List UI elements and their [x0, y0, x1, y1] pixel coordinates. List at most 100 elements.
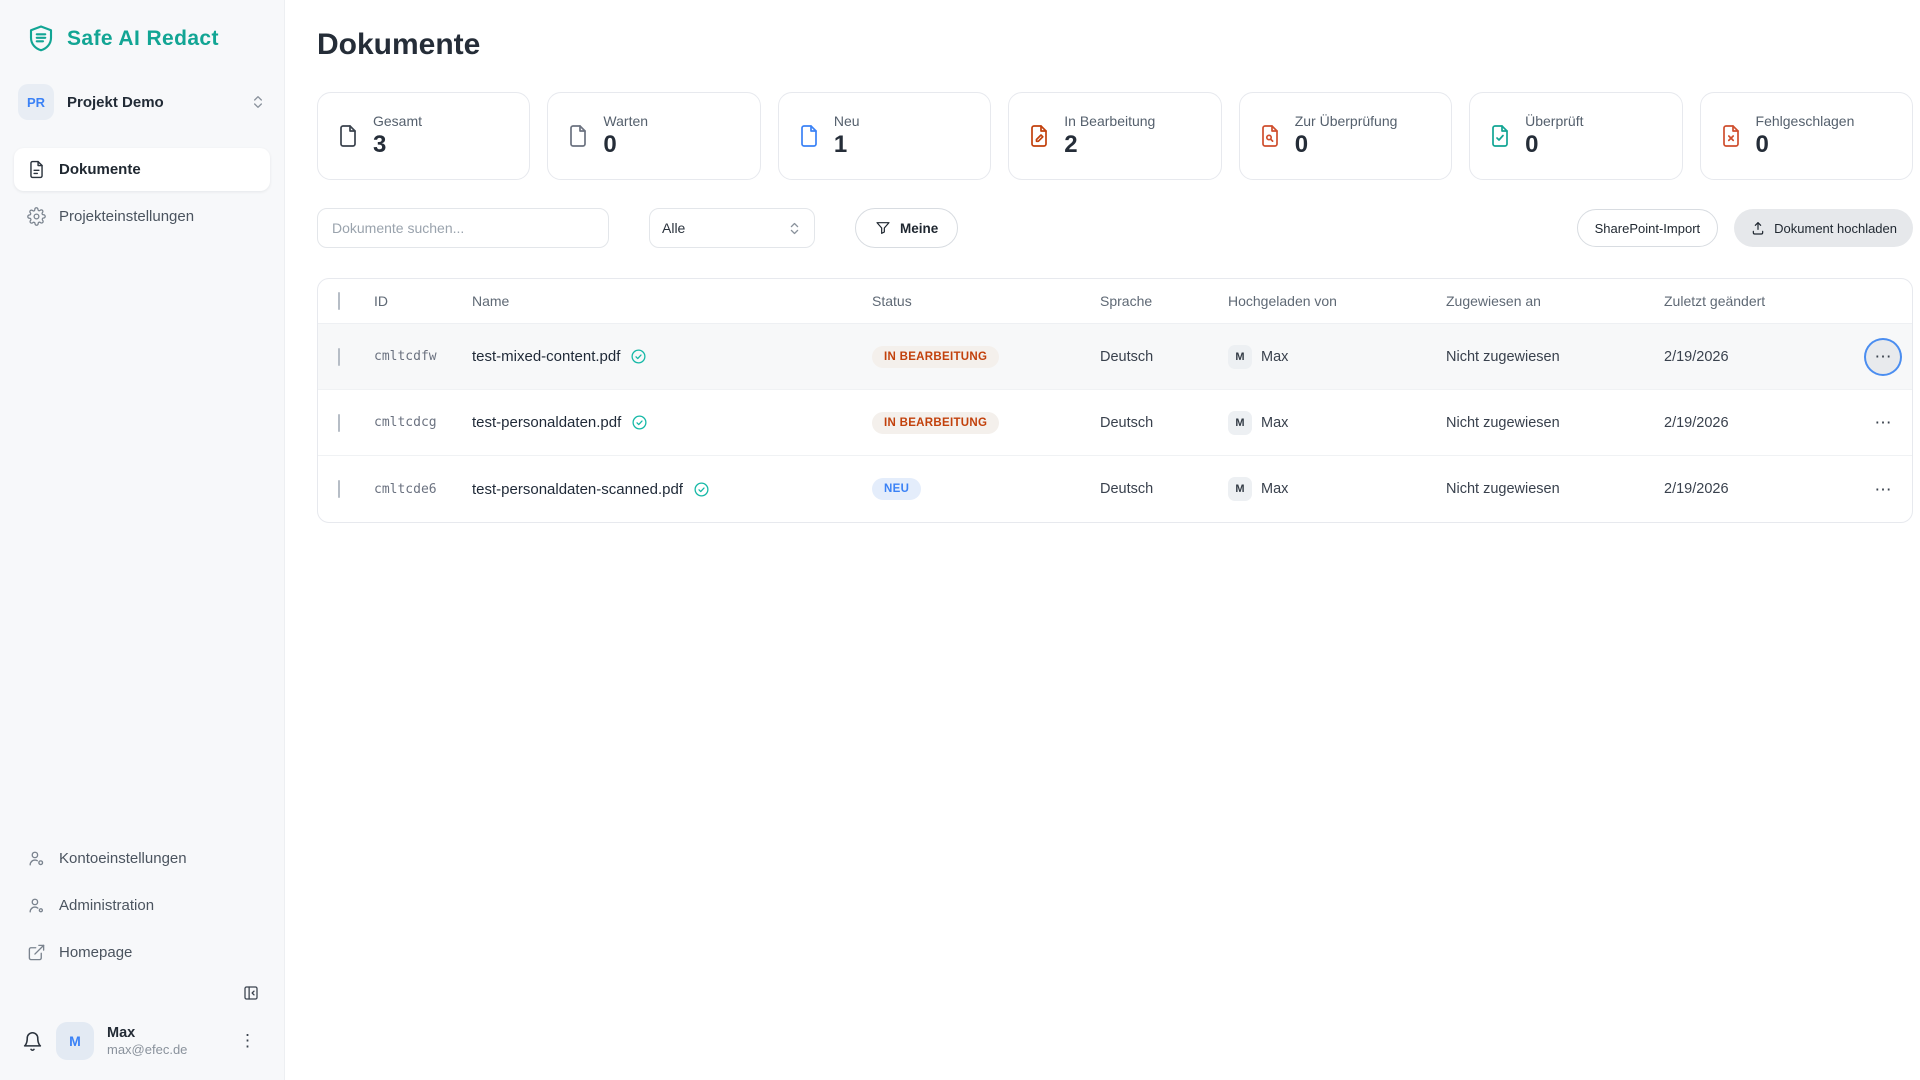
row-actions-menu-button[interactable]: ⋯: [1866, 472, 1900, 506]
check-circle-icon: [630, 348, 647, 365]
stat-label: Neu: [833, 113, 860, 129]
sidebar: Safe AI Redact PR Projekt Demo Dokumente: [0, 0, 285, 1080]
sidebar-collapse-button[interactable]: [242, 984, 260, 1002]
upload-icon: [1750, 220, 1766, 236]
stat-value: 0: [603, 131, 617, 158]
column-header-status: Status: [872, 293, 912, 309]
stat-card-in-bearbeitung: In Bearbeitung 2: [1008, 92, 1222, 180]
stat-label: Gesamt: [373, 113, 423, 129]
sidebar-item-label: Dokumente: [59, 161, 141, 178]
user-row: M Max max@efec.de ⋮: [14, 1012, 270, 1066]
documents-table: ID Name Status Sprache Hochgeladen von Z…: [317, 278, 1913, 523]
assigned-to: Nicht zugewiesen: [1446, 481, 1560, 497]
sidebar-item-label: Homepage: [59, 944, 133, 961]
stat-value: 1: [833, 131, 848, 158]
stat-card-warten: Warten 0: [547, 92, 761, 180]
document-icon: [27, 160, 46, 179]
stat-value: 0: [1525, 131, 1539, 158]
user-name: Max: [107, 1024, 136, 1041]
page-title: Dokumente: [317, 28, 481, 61]
user-gear-icon: [27, 849, 46, 868]
upload-document-label: Dokument hochladen: [1774, 220, 1897, 236]
mine-filter-button[interactable]: Meine: [855, 208, 959, 248]
stat-label: Überprüft: [1525, 113, 1584, 129]
file-search-icon: [1258, 124, 1282, 148]
chevron-up-down-icon: [250, 94, 266, 110]
search-input[interactable]: [317, 208, 609, 248]
stat-value: 0: [1755, 131, 1769, 158]
column-header-id: ID: [374, 293, 388, 309]
project-avatar: PR: [18, 84, 54, 120]
document-name[interactable]: test-personaldaten-scanned.pdf: [472, 481, 683, 498]
row-actions-menu-button[interactable]: ⋯: [1866, 339, 1900, 374]
sidebar-item-dokumente[interactable]: Dokumente: [14, 148, 270, 191]
chevron-up-down-icon: [787, 221, 802, 236]
assigned-to: Nicht zugewiesen: [1446, 348, 1560, 365]
column-header-name: Name: [472, 293, 510, 309]
sidebar-item-label: Projekteinstellungen: [59, 208, 195, 225]
last-modified: 2/19/2026: [1664, 348, 1729, 365]
uploader-name: Max: [1261, 414, 1289, 431]
stat-card-zur-ueberpruefung: Zur Überprüfung 0: [1238, 92, 1453, 180]
sidebar-item-label: Kontoeinstellungen: [59, 850, 187, 867]
sidebar-item-kontoeinstellungen[interactable]: Kontoeinstellungen: [14, 837, 270, 880]
uploader-avatar: M: [1228, 477, 1252, 501]
sidebar-item-homepage[interactable]: Homepage: [14, 931, 270, 974]
status-badge: IN BEARBEITUNG: [872, 345, 1000, 368]
project-selector[interactable]: PR Projekt Demo: [18, 84, 266, 120]
status-badge: NEU: [872, 478, 922, 500]
toolbar: Alle Meine SharePoint-Import Dokument ho…: [317, 208, 1913, 248]
uploader-avatar: M: [1228, 344, 1252, 369]
document-id: cmltcde6: [374, 481, 437, 497]
gear-icon: [27, 207, 46, 226]
sidebar-item-label: Administration: [59, 897, 155, 914]
user-menu-kebab-icon[interactable]: ⋮: [231, 1027, 264, 1055]
status-filter-select[interactable]: Alle: [649, 208, 815, 248]
table-header-row: ID Name Status Sprache Hochgeladen von Z…: [318, 279, 1912, 324]
document-name[interactable]: test-personaldaten.pdf: [472, 414, 621, 431]
document-id: cmltcdfw: [374, 349, 437, 364]
table-row[interactable]: cmltcdfw test-mixed-content.pdf IN BEARB…: [318, 324, 1912, 390]
stat-value: 2: [1064, 131, 1078, 158]
sidebar-item-administration[interactable]: Administration: [14, 884, 270, 927]
external-link-icon: [27, 943, 46, 962]
select-row-checkbox[interactable]: [338, 347, 340, 366]
check-circle-icon: [631, 414, 648, 431]
app-title: Safe AI Redact: [67, 27, 219, 50]
last-modified: 2/19/2026: [1664, 481, 1729, 497]
sidebar-item-projekteinstellungen[interactable]: Projekteinstellungen: [14, 195, 270, 238]
file-check-icon: [1488, 124, 1512, 148]
document-language: Deutsch: [1100, 348, 1154, 365]
stat-value: 0: [1294, 131, 1309, 158]
table-row[interactable]: cmltcdcg test-personaldaten.pdf IN BEARB…: [318, 390, 1912, 456]
user-admin-icon: [27, 896, 46, 915]
stat-label: Warten: [603, 113, 649, 129]
mine-filter-label: Meine: [900, 220, 939, 236]
stat-label: In Bearbeitung: [1064, 113, 1156, 129]
upload-document-button[interactable]: Dokument hochladen: [1734, 209, 1913, 247]
file-x-icon: [1719, 124, 1743, 148]
shield-logo-icon: [26, 24, 56, 54]
status-filter-value: Alle: [662, 220, 686, 236]
select-all-checkbox[interactable]: [338, 292, 340, 310]
document-language: Deutsch: [1100, 414, 1154, 431]
user-meta: Max max@efec.de: [107, 1024, 218, 1058]
column-header-zuletzt-geaendert: Zuletzt geändert: [1664, 293, 1766, 309]
row-actions-menu-button[interactable]: ⋯: [1866, 406, 1900, 440]
uploader-name: Max: [1261, 481, 1289, 497]
file-pen-icon: [1027, 124, 1051, 148]
project-name: Projekt Demo: [67, 93, 164, 111]
select-row-checkbox[interactable]: [338, 413, 340, 432]
sharepoint-import-button[interactable]: SharePoint-Import: [1576, 209, 1719, 247]
uploaded-by-cell: M Max: [1228, 477, 1446, 501]
stat-card-fehlgeschlagen: Fehlgeschlagen 0: [1699, 92, 1913, 180]
collapse-row: [14, 978, 270, 1012]
document-language: Deutsch: [1100, 481, 1154, 497]
column-header-sprache: Sprache: [1100, 293, 1153, 309]
document-name[interactable]: test-mixed-content.pdf: [472, 348, 620, 365]
table-row[interactable]: cmltcde6 test-personaldaten-scanned.pdf …: [318, 456, 1912, 522]
select-row-checkbox[interactable]: [338, 480, 340, 498]
notifications-bell-icon[interactable]: [22, 1031, 43, 1052]
stat-card-ueberprueft: Überprüft 0: [1469, 92, 1683, 180]
